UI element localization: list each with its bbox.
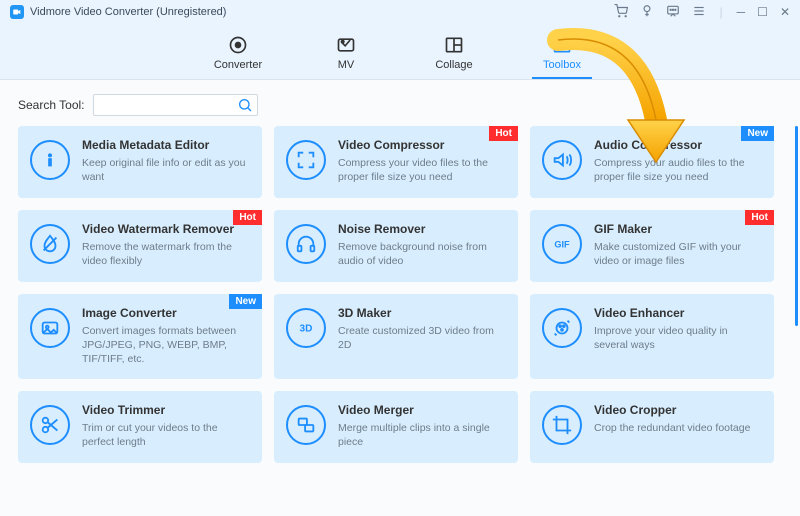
- titlebar: Vidmore Video Converter (Unregistered) |…: [0, 0, 800, 24]
- menu-icon[interactable]: [692, 4, 706, 21]
- tool-desc: Create customized 3D video from 2D: [338, 324, 506, 352]
- scrollbar[interactable]: [795, 126, 798, 326]
- compress-icon: [286, 140, 326, 180]
- key-icon[interactable]: [640, 4, 654, 21]
- gif-icon: GIF: [542, 224, 582, 264]
- tool-title: Video Cropper: [594, 403, 762, 417]
- tool-grid-wrap: Media Metadata Editor Keep original file…: [0, 126, 800, 516]
- tool-title: Video Trimmer: [82, 403, 250, 417]
- tool-3d-maker[interactable]: 3D 3D Maker Create customized 3D video f…: [274, 294, 518, 379]
- feedback-icon[interactable]: [666, 4, 680, 21]
- merge-icon: [286, 405, 326, 445]
- tool-desc: Remove the watermark from the video flex…: [82, 240, 250, 268]
- tool-desc: Improve your video quality in several wa…: [594, 324, 762, 352]
- tool-desc: Merge multiple clips into a single piece: [338, 421, 506, 449]
- tool-desc: Convert images formats between JPG/JPEG,…: [82, 324, 250, 367]
- tab-label: Converter: [214, 59, 262, 71]
- 3d-icon: 3D: [286, 308, 326, 348]
- tool-title: Noise Remover: [338, 222, 506, 236]
- enhancer-icon: [542, 308, 582, 348]
- tool-video-merger[interactable]: Video Merger Merge multiple clips into a…: [274, 391, 518, 463]
- tool-title: Video Enhancer: [594, 306, 762, 320]
- tool-media-metadata-editor[interactable]: Media Metadata Editor Keep original file…: [18, 126, 262, 198]
- search-input[interactable]: [94, 95, 257, 115]
- cart-icon[interactable]: [614, 4, 628, 21]
- tab-collage[interactable]: Collage: [424, 35, 484, 79]
- tool-video-compressor[interactable]: Hot Video Compressor Compress your video…: [274, 126, 518, 198]
- hot-badge: Hot: [489, 126, 518, 141]
- maximize-icon[interactable]: ☐: [757, 5, 768, 19]
- tab-label: MV: [338, 59, 355, 71]
- hot-badge: Hot: [745, 210, 774, 225]
- crop-icon: [542, 405, 582, 445]
- search-label: Search Tool:: [18, 98, 85, 112]
- image-convert-icon: [30, 308, 70, 348]
- tab-toolbox[interactable]: Toolbox: [532, 35, 592, 79]
- minimize-icon[interactable]: ─: [737, 5, 746, 19]
- tab-mv[interactable]: MV: [316, 35, 376, 79]
- window-title: Vidmore Video Converter (Unregistered): [30, 6, 226, 18]
- nav-tabs: Converter MV Collage Toolbox: [0, 24, 800, 80]
- toolbox-icon: [551, 35, 573, 55]
- tool-title: Media Metadata Editor: [82, 138, 250, 152]
- tool-desc: Compress your audio files to the proper …: [594, 156, 762, 184]
- search-icon[interactable]: [237, 97, 253, 116]
- tool-desc: Remove background noise from audio of vi…: [338, 240, 506, 268]
- tool-video-enhancer[interactable]: Video Enhancer Improve your video qualit…: [530, 294, 774, 379]
- tool-title: Video Compressor: [338, 138, 506, 152]
- mv-icon: [335, 35, 357, 55]
- scissors-icon: [30, 405, 70, 445]
- tool-audio-compressor[interactable]: New Audio Compressor Compress your audio…: [530, 126, 774, 198]
- app-logo: [10, 5, 24, 19]
- tool-title: 3D Maker: [338, 306, 506, 320]
- converter-icon: [227, 35, 249, 55]
- tool-video-watermark-remover[interactable]: Hot Video Watermark Remover Remove the w…: [18, 210, 262, 282]
- tool-title: GIF Maker: [594, 222, 762, 236]
- headphones-icon: [286, 224, 326, 264]
- watermark-icon: [30, 224, 70, 264]
- tool-gif-maker[interactable]: Hot GIF GIF Maker Make customized GIF wi…: [530, 210, 774, 282]
- search-row: Search Tool:: [0, 80, 800, 126]
- new-badge: New: [229, 294, 262, 309]
- tool-image-converter[interactable]: New Image Converter Convert images forma…: [18, 294, 262, 379]
- tool-video-cropper[interactable]: Video Cropper Crop the redundant video f…: [530, 391, 774, 463]
- tool-title: Image Converter: [82, 306, 250, 320]
- tool-desc: Trim or cut your videos to the perfect l…: [82, 421, 250, 449]
- svg-text:GIF: GIF: [554, 240, 570, 250]
- collage-icon: [443, 35, 465, 55]
- tool-video-trimmer[interactable]: Video Trimmer Trim or cut your videos to…: [18, 391, 262, 463]
- tool-title: Video Watermark Remover: [82, 222, 250, 236]
- audio-compress-icon: [542, 140, 582, 180]
- tab-label: Toolbox: [543, 59, 581, 71]
- hot-badge: Hot: [233, 210, 262, 225]
- tool-grid: Media Metadata Editor Keep original file…: [18, 126, 782, 463]
- info-icon: [30, 140, 70, 180]
- tool-desc: Keep original file info or edit as you w…: [82, 156, 250, 184]
- window-controls: | ─ ☐ ✕: [614, 4, 790, 21]
- separator: |: [720, 5, 723, 19]
- search-box[interactable]: [93, 94, 258, 116]
- svg-text:3D: 3D: [300, 324, 313, 335]
- tab-converter[interactable]: Converter: [208, 35, 268, 79]
- tool-desc: Make customized GIF with your video or i…: [594, 240, 762, 268]
- tool-desc: Compress your video files to the proper …: [338, 156, 506, 184]
- tab-label: Collage: [435, 59, 472, 71]
- close-icon[interactable]: ✕: [780, 5, 790, 19]
- tool-title: Audio Compressor: [594, 138, 762, 152]
- tool-title: Video Merger: [338, 403, 506, 417]
- tool-desc: Crop the redundant video footage: [594, 421, 762, 435]
- tool-noise-remover[interactable]: Noise Remover Remove background noise fr…: [274, 210, 518, 282]
- new-badge: New: [741, 126, 774, 141]
